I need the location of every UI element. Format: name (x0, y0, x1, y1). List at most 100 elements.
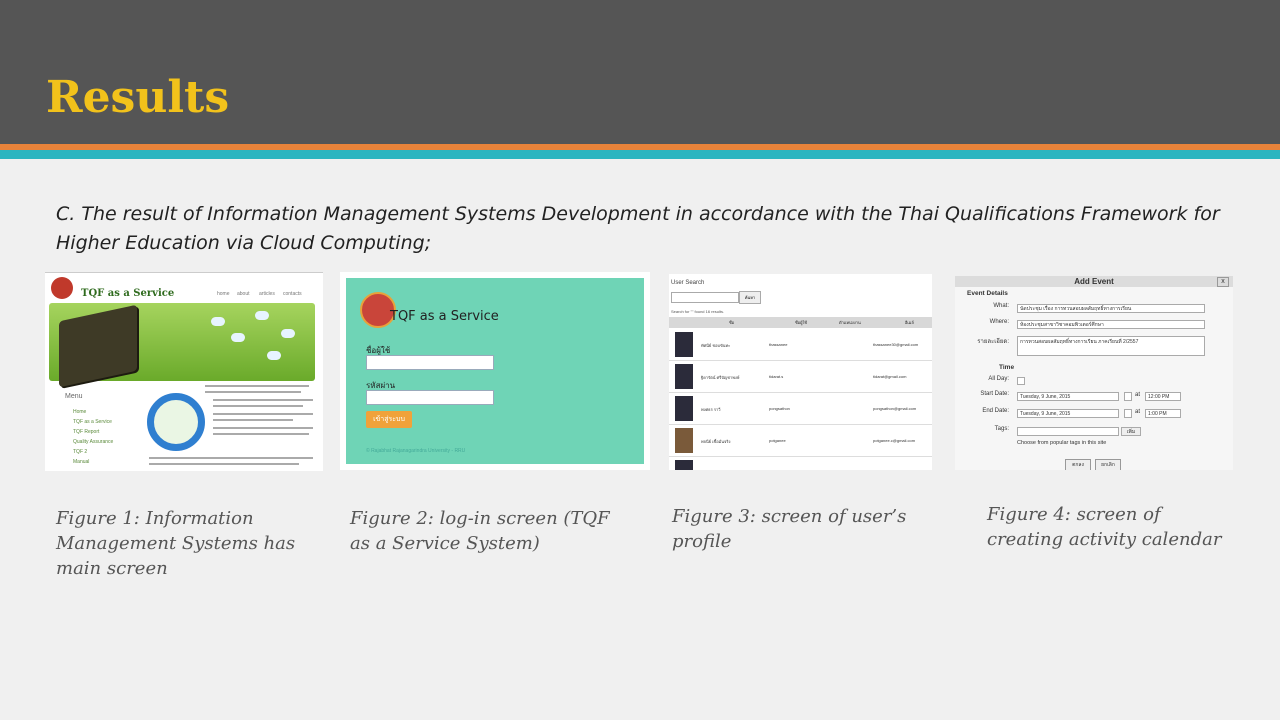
f1-menu-item: Quality Assurance (73, 439, 114, 445)
figure4-screenshot: Add Event x Event Details What: นัดประชุ… (955, 276, 1233, 470)
avatar (675, 364, 693, 389)
text-line (213, 405, 303, 407)
text-line (213, 419, 293, 421)
column-header[interactable]: ชื่อผู้ใช้ (795, 319, 807, 326)
table-row[interactable]: ทัศนีย์ ชอบขันทะ thassanee thassanee30@g… (669, 329, 932, 361)
where-label: Where: (989, 319, 1009, 325)
f1-menu-item: TQF as a Service (73, 419, 112, 425)
figure2-caption: Figure 2: log-in screen (TQF as a Servic… (350, 508, 610, 554)
text-line (213, 413, 313, 415)
user-search-input[interactable] (671, 292, 739, 303)
text-line (213, 433, 309, 435)
column-header[interactable]: ชื่อ (729, 319, 734, 326)
user-login: potganee (769, 438, 786, 443)
end-date-field[interactable]: Tuesday, 9 June, 2015 (1017, 409, 1119, 418)
what-label: What: (993, 303, 1009, 309)
header-stripe-teal (0, 150, 1280, 159)
user-search-button[interactable]: ค้นหา (739, 291, 761, 304)
end-date-label: End Date: (982, 408, 1009, 414)
body-lead: C. (56, 203, 76, 225)
user-email: tidarat@gmail.com (873, 374, 907, 379)
where-field[interactable]: ห้องประชุมสาขาวิชาคอมพิวเตอร์ศึกษา (1017, 320, 1205, 329)
user-name: ฐิดารัตน์ ศรีบัญชาพงษ์ (701, 375, 740, 380)
f1-nav-articles: articles (259, 291, 275, 297)
f1-menu-item: TQF 2 (73, 449, 88, 455)
cancel-button[interactable]: ยกเลิก (1095, 459, 1121, 470)
end-at-label: at (1135, 409, 1141, 415)
event-details-heading: Event Details (967, 290, 1008, 297)
text-line (205, 391, 301, 393)
f1-menu-item: Manual (73, 459, 90, 465)
cloud-icon (231, 333, 245, 342)
cycle-diagram-icon (147, 393, 205, 451)
cloud-icon (267, 351, 281, 360)
end-time-field[interactable]: 1:00 PM (1145, 409, 1181, 418)
avatar (675, 460, 693, 470)
close-icon[interactable]: x (1217, 277, 1229, 287)
avatar (675, 332, 693, 357)
user-email: potganee.c@gmail.com (873, 438, 916, 443)
figure1-caption: Figure 1: Information Management Systems… (56, 508, 296, 579)
tags-add-button[interactable]: เพิ่ม (1121, 427, 1141, 436)
f1-nav-about: about (237, 291, 250, 297)
dialog-title: Add Event (1074, 277, 1114, 286)
tags-hint: Choose from popular tags in this site (1017, 440, 1107, 446)
user-login: pongsathon (769, 406, 790, 411)
figure2-screenshot: TQF as a Service ชื่อผู้ใช้ รหัสผ่าน เข้… (340, 272, 650, 470)
calendar-icon[interactable] (1124, 392, 1132, 401)
table-row[interactable]: พจนีย์ เชื้อมั่นจริง potganee potganee.c… (669, 425, 932, 457)
figure3-screenshot: User Search ค้นหา Search for "" found 16… (669, 274, 932, 470)
avatar (675, 428, 693, 453)
login-footer: © Rajabhat Rajanagarindra University - R… (366, 448, 466, 454)
user-name: พงศธร ราวี (701, 407, 721, 412)
user-name: พจนีย์ เชื้อมั่นจริง (701, 439, 731, 444)
ok-button[interactable]: ตกลง (1065, 459, 1091, 470)
user-login: thassanee (769, 342, 788, 347)
user-name: ทัศนีย์ ชอบขันทะ (701, 343, 731, 348)
start-date-field[interactable]: Tuesday, 9 June, 2015 (1017, 392, 1119, 401)
column-header[interactable]: อีเมล์ (905, 319, 914, 326)
cloud-icon (211, 317, 225, 326)
avatar (675, 396, 693, 421)
start-date-label: Start Date: (980, 391, 1009, 397)
figure4-caption: Figure 4: screen of creating activity ca… (987, 504, 1222, 550)
f2-brand: TQF as a Service (390, 309, 499, 324)
username-input[interactable] (366, 355, 494, 370)
tags-field[interactable] (1017, 427, 1119, 436)
start-at-label: at (1135, 392, 1141, 398)
cloud-icon (255, 311, 269, 320)
calendar-icon[interactable] (1124, 409, 1132, 418)
search-result-note: Search for "" found 16 results. (671, 309, 725, 314)
user-search-title: User Search (671, 280, 705, 286)
allday-checkbox[interactable] (1017, 377, 1025, 385)
user-login: tidarat.s (769, 374, 784, 379)
figure1-screenshot: TQF as a Service home about articles con… (45, 272, 323, 471)
f1-menu-item: TQF Report (73, 429, 100, 435)
text-line (149, 457, 313, 459)
details-label: รายละเอียด: (977, 339, 1009, 345)
figure3-caption: Figure 3: screen of user’s profile (672, 506, 907, 552)
login-button[interactable]: เข้าสู่ระบบ (366, 411, 412, 428)
user-email: thassanee30@gmail.com (873, 342, 919, 347)
f1-nav-home: home (217, 291, 230, 297)
f1-menu-item: Home (73, 409, 87, 415)
slide-title: Results (46, 72, 230, 123)
text-line (213, 427, 313, 429)
allday-label: All Day: (988, 376, 1009, 382)
f1-brand: TQF as a Service (81, 288, 175, 299)
body-sentence: The result of Information Management Sys… (56, 203, 1220, 254)
details-field[interactable]: การทวนสอบผลสัมฤทธิ์ทางการเรียน ภาคเรียนท… (1017, 336, 1205, 356)
text-line (213, 399, 313, 401)
university-logo-icon (51, 277, 73, 299)
column-header[interactable]: ตำแหน่งงาน (839, 319, 861, 326)
table-row[interactable] (669, 457, 932, 470)
f1-menu-title: Menu (65, 393, 83, 400)
table-row[interactable]: พงศธร ราวี pongsathon pongsathon@gmail.c… (669, 393, 932, 425)
user-email: pongsathon@gmail.com (873, 406, 917, 411)
password-input[interactable] (366, 390, 494, 405)
start-time-field[interactable]: 12:00 PM (1145, 392, 1181, 401)
text-line (205, 385, 309, 387)
f1-nav-contacts: contacts (283, 291, 302, 297)
what-field[interactable]: นัดประชุม เรื่อง การทวนสอบผลสัมฤทธิ์ทางก… (1017, 304, 1205, 313)
table-row[interactable]: ฐิดารัตน์ ศรีบัญชาพงษ์ tidarat.s tidarat… (669, 361, 932, 393)
